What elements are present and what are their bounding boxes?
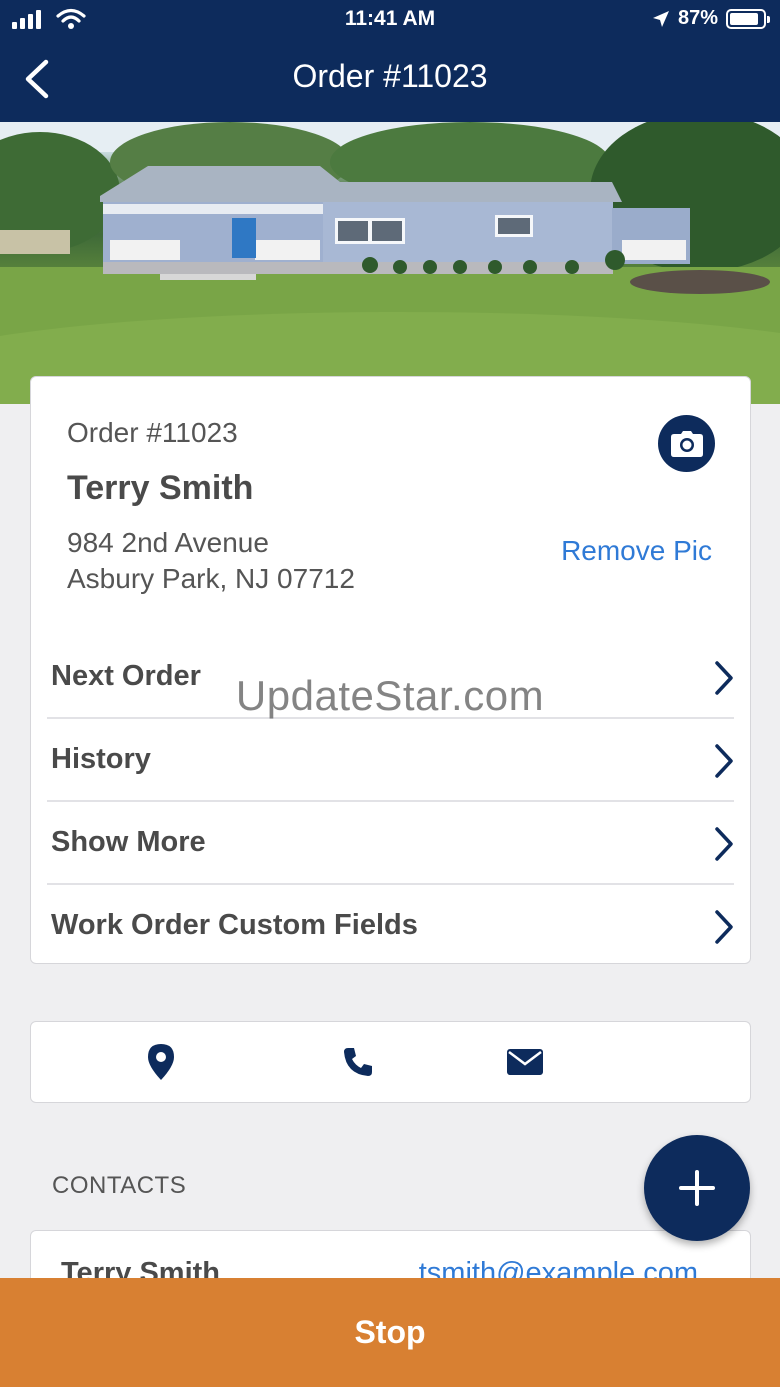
chevron-right-icon [715, 910, 733, 944]
menu-item-label: Work Order Custom Fields [51, 909, 418, 941]
menu-item-label: History [51, 743, 151, 775]
plus-icon [679, 1170, 715, 1206]
camera-icon [670, 430, 703, 457]
quick-actions-card [30, 1021, 751, 1103]
phone-icon [344, 1048, 372, 1076]
menu-item-history[interactable]: History [47, 719, 734, 802]
status-right: 87% [652, 7, 770, 30]
customer-name: Terry Smith [67, 469, 254, 507]
page-title: Order #11023 [292, 58, 488, 94]
stop-button[interactable]: Stop [0, 1278, 780, 1387]
order-number: Order #11023 [67, 417, 238, 448]
address-line-2: Asbury Park, NJ 07712 [67, 563, 355, 594]
menu-item-custom-fields[interactable]: Work Order Custom Fields [47, 885, 734, 968]
contacts-section-label: CONTACTS [52, 1172, 187, 1199]
menu-item-show-more[interactable]: Show More [47, 802, 734, 885]
camera-button[interactable] [658, 415, 715, 472]
stop-button-label: Stop [354, 1314, 426, 1350]
map-pin-icon [148, 1044, 174, 1080]
battery-icon [726, 8, 770, 29]
order-info-card: Order #11023 Terry Smith 984 2nd Avenue … [30, 376, 751, 964]
menu-item-label: Show More [51, 826, 206, 858]
address-line-1: 984 2nd Avenue [67, 527, 269, 558]
envelope-icon [507, 1049, 543, 1075]
phone-button[interactable] [341, 1042, 375, 1082]
house-illustration [0, 122, 780, 404]
chevron-right-icon [715, 744, 733, 778]
property-photo [0, 122, 780, 404]
remove-pic-link[interactable]: Remove Pic [561, 535, 712, 567]
location-arrow-icon [652, 10, 669, 27]
add-contact-button[interactable] [644, 1135, 750, 1241]
top-bar: 11:41 AM 87% Order #11023 [0, 0, 780, 122]
battery-percent: 87% [677, 7, 718, 29]
status-bar: 11:41 AM 87% [0, 0, 780, 40]
watermark-text: UpdateStar.com [235, 672, 545, 719]
map-pin-button[interactable] [145, 1042, 177, 1082]
chevron-right-icon [715, 827, 733, 861]
email-button[interactable] [507, 1042, 543, 1082]
